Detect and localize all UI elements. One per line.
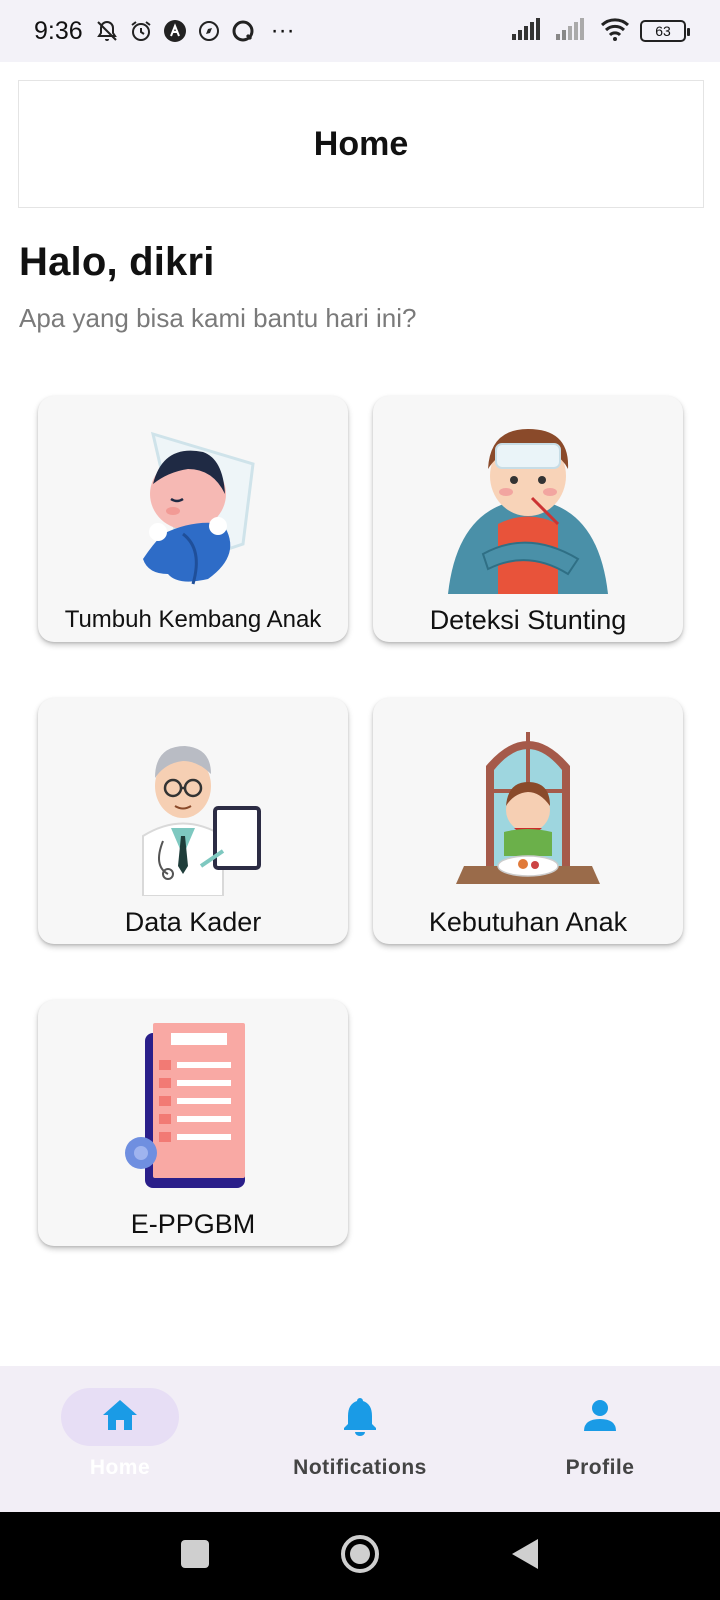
back-icon[interactable] — [510, 1537, 540, 1576]
wifi-icon — [600, 17, 630, 46]
compass-icon — [197, 19, 221, 43]
doctor-illustration — [93, 716, 293, 896]
bottom-navigation: Home Notifications Profile — [0, 1366, 720, 1512]
bell-icon — [340, 1394, 380, 1441]
nav-home-indicator — [61, 1388, 179, 1446]
more-notifications-icon: ··· — [270, 17, 295, 44]
sleeping-baby-illustration — [93, 414, 293, 594]
greeting-subtitle: Apa yang bisa kami bantu hari ini? — [19, 303, 417, 333]
menu-card-label: E-PPGBM — [130, 1209, 256, 1239]
page-title: Home — [313, 124, 409, 163]
battery-indicator: 63 — [640, 20, 690, 42]
nav-item-home[interactable]: Home — [20, 1366, 220, 1480]
home-icon — [100, 1397, 140, 1438]
signal-icon — [512, 17, 546, 45]
status-left: 9:36 ··· — [34, 17, 295, 46]
menu-card-kebutuhan-anak[interactable]: Kebutuhan Anak — [373, 698, 683, 944]
menu-card-deteksi-stunting[interactable]: Deteksi Stunting — [373, 396, 683, 642]
nav-profile-indicator — [541, 1388, 659, 1446]
menu-card-data-kader[interactable]: Data Kader — [38, 698, 348, 944]
menu-card-tumbuh-kembang-anak[interactable]: Tumbuh Kembang Anak — [38, 396, 348, 642]
status-time: 9:36 — [34, 16, 83, 45]
nav-label-profile: Profile — [565, 1456, 635, 1479]
person-icon — [582, 1397, 618, 1438]
system-navigation-bar — [0, 1512, 720, 1600]
nav-label-home: Home — [89, 1456, 151, 1479]
signal-2-icon — [556, 17, 590, 45]
recent-apps-icon[interactable] — [180, 1539, 210, 1574]
menu-card-e-ppgbm[interactable]: E-PPGBM — [38, 1000, 348, 1246]
bell-off-icon — [95, 19, 119, 43]
nav-item-notifications[interactable]: Notifications — [260, 1366, 460, 1480]
menu-card-label: Deteksi Stunting — [429, 605, 627, 635]
menu-card-label: Kebutuhan Anak — [428, 907, 628, 937]
greeting-title: Halo, dikri — [19, 240, 215, 284]
nav-notifications-indicator — [301, 1388, 419, 1446]
home-circle-icon[interactable] — [340, 1534, 380, 1579]
alarm-icon — [129, 19, 153, 43]
nav-item-profile[interactable]: Profile — [500, 1366, 700, 1480]
status-bar: 9:36 ··· 63 — [0, 0, 720, 62]
child-eating-illustration — [428, 716, 628, 896]
menu-card-label: Tumbuh Kembang Anak — [64, 606, 322, 633]
chat-q-icon — [231, 19, 255, 43]
nav-label-notifications: Notifications — [293, 1456, 427, 1479]
menu-card-label: Data Kader — [124, 907, 262, 937]
greeting: Halo, dikri Apa yang bisa kami bantu har… — [19, 240, 416, 334]
app-bar: Home — [18, 80, 704, 208]
checklist-document-illustration — [93, 1018, 293, 1198]
sick-child-illustration — [428, 414, 628, 594]
app-a-icon — [163, 19, 187, 43]
status-right: 63 — [512, 17, 690, 46]
